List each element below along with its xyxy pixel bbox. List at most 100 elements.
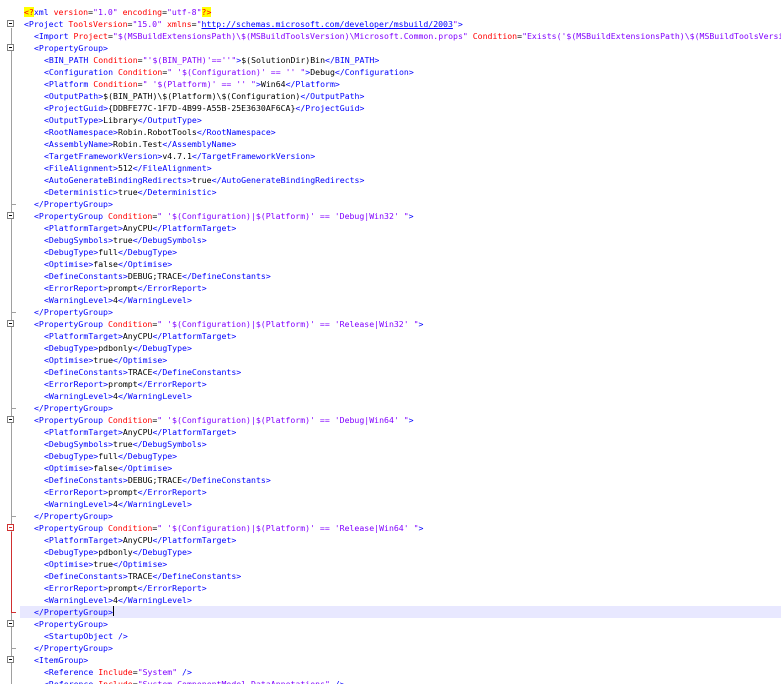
xml-token-tag: <DebugSymbols> [44,235,114,245]
code-line[interactable]: <WarningLevel>4</WarningLevel> [24,294,781,306]
xml-token-attr: encoding [122,7,163,17]
xml-token-tag: </PlatformTarget> [152,535,237,545]
code-line[interactable]: <ItemGroup> [24,654,781,666]
fold-margin[interactable] [0,0,20,684]
code-line[interactable]: <DebugType>pdbonly</DebugType> [24,342,781,354]
code-line[interactable]: <ProjectGuid>{DDBFE77C-1F7D-4B99-A55B-25… [24,102,781,114]
code-line[interactable]: <DebugType>full</DebugType> [24,450,781,462]
fold-collapse-icon[interactable] [7,320,14,327]
fold-end-marker [11,648,16,649]
xml-editor[interactable]: <?xml version="1.0" encoding="utf-8"?> <P… [0,0,781,684]
fold-end-marker [11,204,16,205]
code-line[interactable]: <Configuration Condition=" '$(Configurat… [24,66,781,78]
fold-guide [11,532,12,612]
code-line[interactable]: <DefineConstants>DEBUG;TRACE</DefineCons… [24,270,781,282]
code-line[interactable]: </PropertyGroup> [24,642,781,654]
code-line[interactable]: </PropertyGroup> [24,510,781,522]
code-line[interactable]: <RootNamespace>Robin.RobotTools</RootNam… [24,126,781,138]
code-line[interactable]: <Project ToolsVersion="15.0" xmlns="http… [24,18,781,30]
xml-token-tag: </WarningLevel> [117,499,192,509]
xml-token-val: "'$(BIN_PATH)'==''" [142,55,237,65]
xml-token-tag: <StartupObject /> [44,631,128,641]
code-line[interactable]: <BIN_PATH Condition="'$(BIN_PATH)'==''">… [24,54,781,66]
fold-collapse-icon[interactable] [7,524,14,531]
fold-guide [11,328,12,408]
xml-token-tag: </FileAlignment> [132,163,212,173]
fold-collapse-icon[interactable] [7,416,14,423]
code-line[interactable]: </PropertyGroup> [24,306,781,318]
code-line[interactable]: <PlatformTarget>AnyCPU</PlatformTarget> [24,330,781,342]
xml-token-tag: <DebugSymbols> [44,439,114,449]
xml-token-tag: <PropertyGroup [34,415,108,425]
code-line[interactable]: <PlatformTarget>AnyCPU</PlatformTarget> [24,222,781,234]
code-line[interactable]: </PropertyGroup> [24,402,781,414]
code-line[interactable]: <ErrorReport>prompt</ErrorReport> [24,378,781,390]
xml-token-text: {DDBFE77C-1F7D-4B99-A55B-25E3630AF6CA} [108,103,296,113]
xml-token-text: $(SolutionDir)Bin [241,55,326,65]
code-line[interactable]: <ErrorReport>prompt</ErrorReport> [24,282,781,294]
code-line[interactable]: <Reference Include="System" /> [24,666,781,678]
xml-token-tag: <Deterministic> [44,187,118,197]
code-line[interactable]: <PropertyGroup Condition=" '$(Configurat… [24,318,781,330]
fold-collapse-icon[interactable] [7,620,14,627]
code-line[interactable]: <PropertyGroup> [24,618,781,630]
code-line[interactable]: <Optimise>true</Optimise> [24,558,781,570]
xml-token-tag: </TargetFrameworkVersion> [191,151,316,161]
code-line[interactable]: <WarningLevel>4</WarningLevel> [24,498,781,510]
xml-token-tag: </PropertyGroup> [34,199,113,209]
xml-token-attr: Condition [117,67,163,77]
xml-token-tag: /> [177,667,192,677]
code-lines[interactable]: <?xml version="1.0" encoding="utf-8"?> <P… [20,6,781,684]
code-line[interactable]: <AutoGenerateBindingRedirects>true</Auto… [24,174,781,186]
code-line[interactable]: <StartupObject /> [24,630,781,642]
xml-token-tag: </WarningLevel> [117,295,192,305]
code-line[interactable]: <Optimise>false</Optimise> [24,462,781,474]
code-line[interactable]: <Import Project="$(MSBuildExtensionsPath… [24,30,781,42]
xml-token-text: full [98,451,118,461]
xml-token-tag: <ProjectGuid> [44,103,109,113]
code-line[interactable]: </PropertyGroup> [20,606,781,618]
xml-token-text: full [98,247,118,257]
code-line[interactable]: <TargetFrameworkVersion>v4.7.1</TargetFr… [24,150,781,162]
xml-token-text: DEBUG;TRACE [127,475,183,485]
code-line[interactable]: <OutputType>Library</OutputType> [24,114,781,126]
code-line[interactable]: <Deterministic>true</Deterministic> [24,186,781,198]
code-line[interactable]: <WarningLevel>4</WarningLevel> [24,390,781,402]
code-line[interactable]: <PropertyGroup Condition=" '$(Configurat… [24,522,781,534]
code-line[interactable]: <DebugType>full</DebugType> [24,246,781,258]
code-line[interactable]: <FileAlignment>512</FileAlignment> [24,162,781,174]
code-line[interactable]: <DefineConstants>DEBUG;TRACE</DefineCons… [24,474,781,486]
code-line[interactable]: <OutputPath>$(BIN_PATH)\$(Platform)\$(Co… [24,90,781,102]
code-line[interactable]: <Reference Include="System.ComponentMode… [24,678,781,684]
code-line[interactable]: <PropertyGroup> [24,42,781,54]
code-line[interactable]: <PropertyGroup Condition=" '$(Configurat… [24,210,781,222]
code-line[interactable]: <?xml version="1.0" encoding="utf-8"?> [24,6,781,18]
xml-token-tag: <PlatformTarget> [44,535,123,545]
code-line[interactable]: <AssemblyName>Robin.Test</AssemblyName> [24,138,781,150]
code-line[interactable]: <PropertyGroup Condition=" '$(Configurat… [24,414,781,426]
code-line[interactable]: <WarningLevel>4</WarningLevel> [24,594,781,606]
code-line[interactable]: <DefineConstants>TRACE</DefineConstants> [24,570,781,582]
fold-end-marker [11,408,16,409]
xml-token-tag: </ErrorReport> [137,379,207,389]
code-line[interactable]: <DebugSymbols>true</DebugSymbols> [24,438,781,450]
code-line[interactable]: <DefineConstants>TRACE</DefineConstants> [24,366,781,378]
xml-token-val: " '$(Platform)' == '' " [142,79,256,89]
code-line[interactable]: <DebugSymbols>true</DebugSymbols> [24,234,781,246]
code-line[interactable]: </PropertyGroup> [24,198,781,210]
code-line[interactable]: <PlatformTarget>AnyCPU</PlatformTarget> [24,534,781,546]
code-line[interactable]: <DebugType>pdbonly</DebugType> [24,546,781,558]
namespace-link[interactable]: http://schemas.microsoft.com/developer/m… [202,19,453,29]
xml-token-attr: Condition [107,211,153,221]
code-line[interactable]: <Optimise>true</Optimise> [24,354,781,366]
code-line[interactable]: <Platform Condition=" '$(Platform)' == '… [24,78,781,90]
code-line[interactable]: <Optimise>false</Optimise> [24,258,781,270]
fold-collapse-icon[interactable] [7,212,14,219]
fold-collapse-icon[interactable] [7,20,14,27]
xml-token-attr: version [53,7,89,17]
code-line[interactable]: <ErrorReport>prompt</ErrorReport> [24,486,781,498]
fold-collapse-icon[interactable] [7,656,14,663]
fold-collapse-icon[interactable] [7,44,14,51]
code-line[interactable]: <ErrorReport>prompt</ErrorReport> [24,582,781,594]
code-line[interactable]: <PlatformTarget>AnyCPU</PlatformTarget> [24,426,781,438]
